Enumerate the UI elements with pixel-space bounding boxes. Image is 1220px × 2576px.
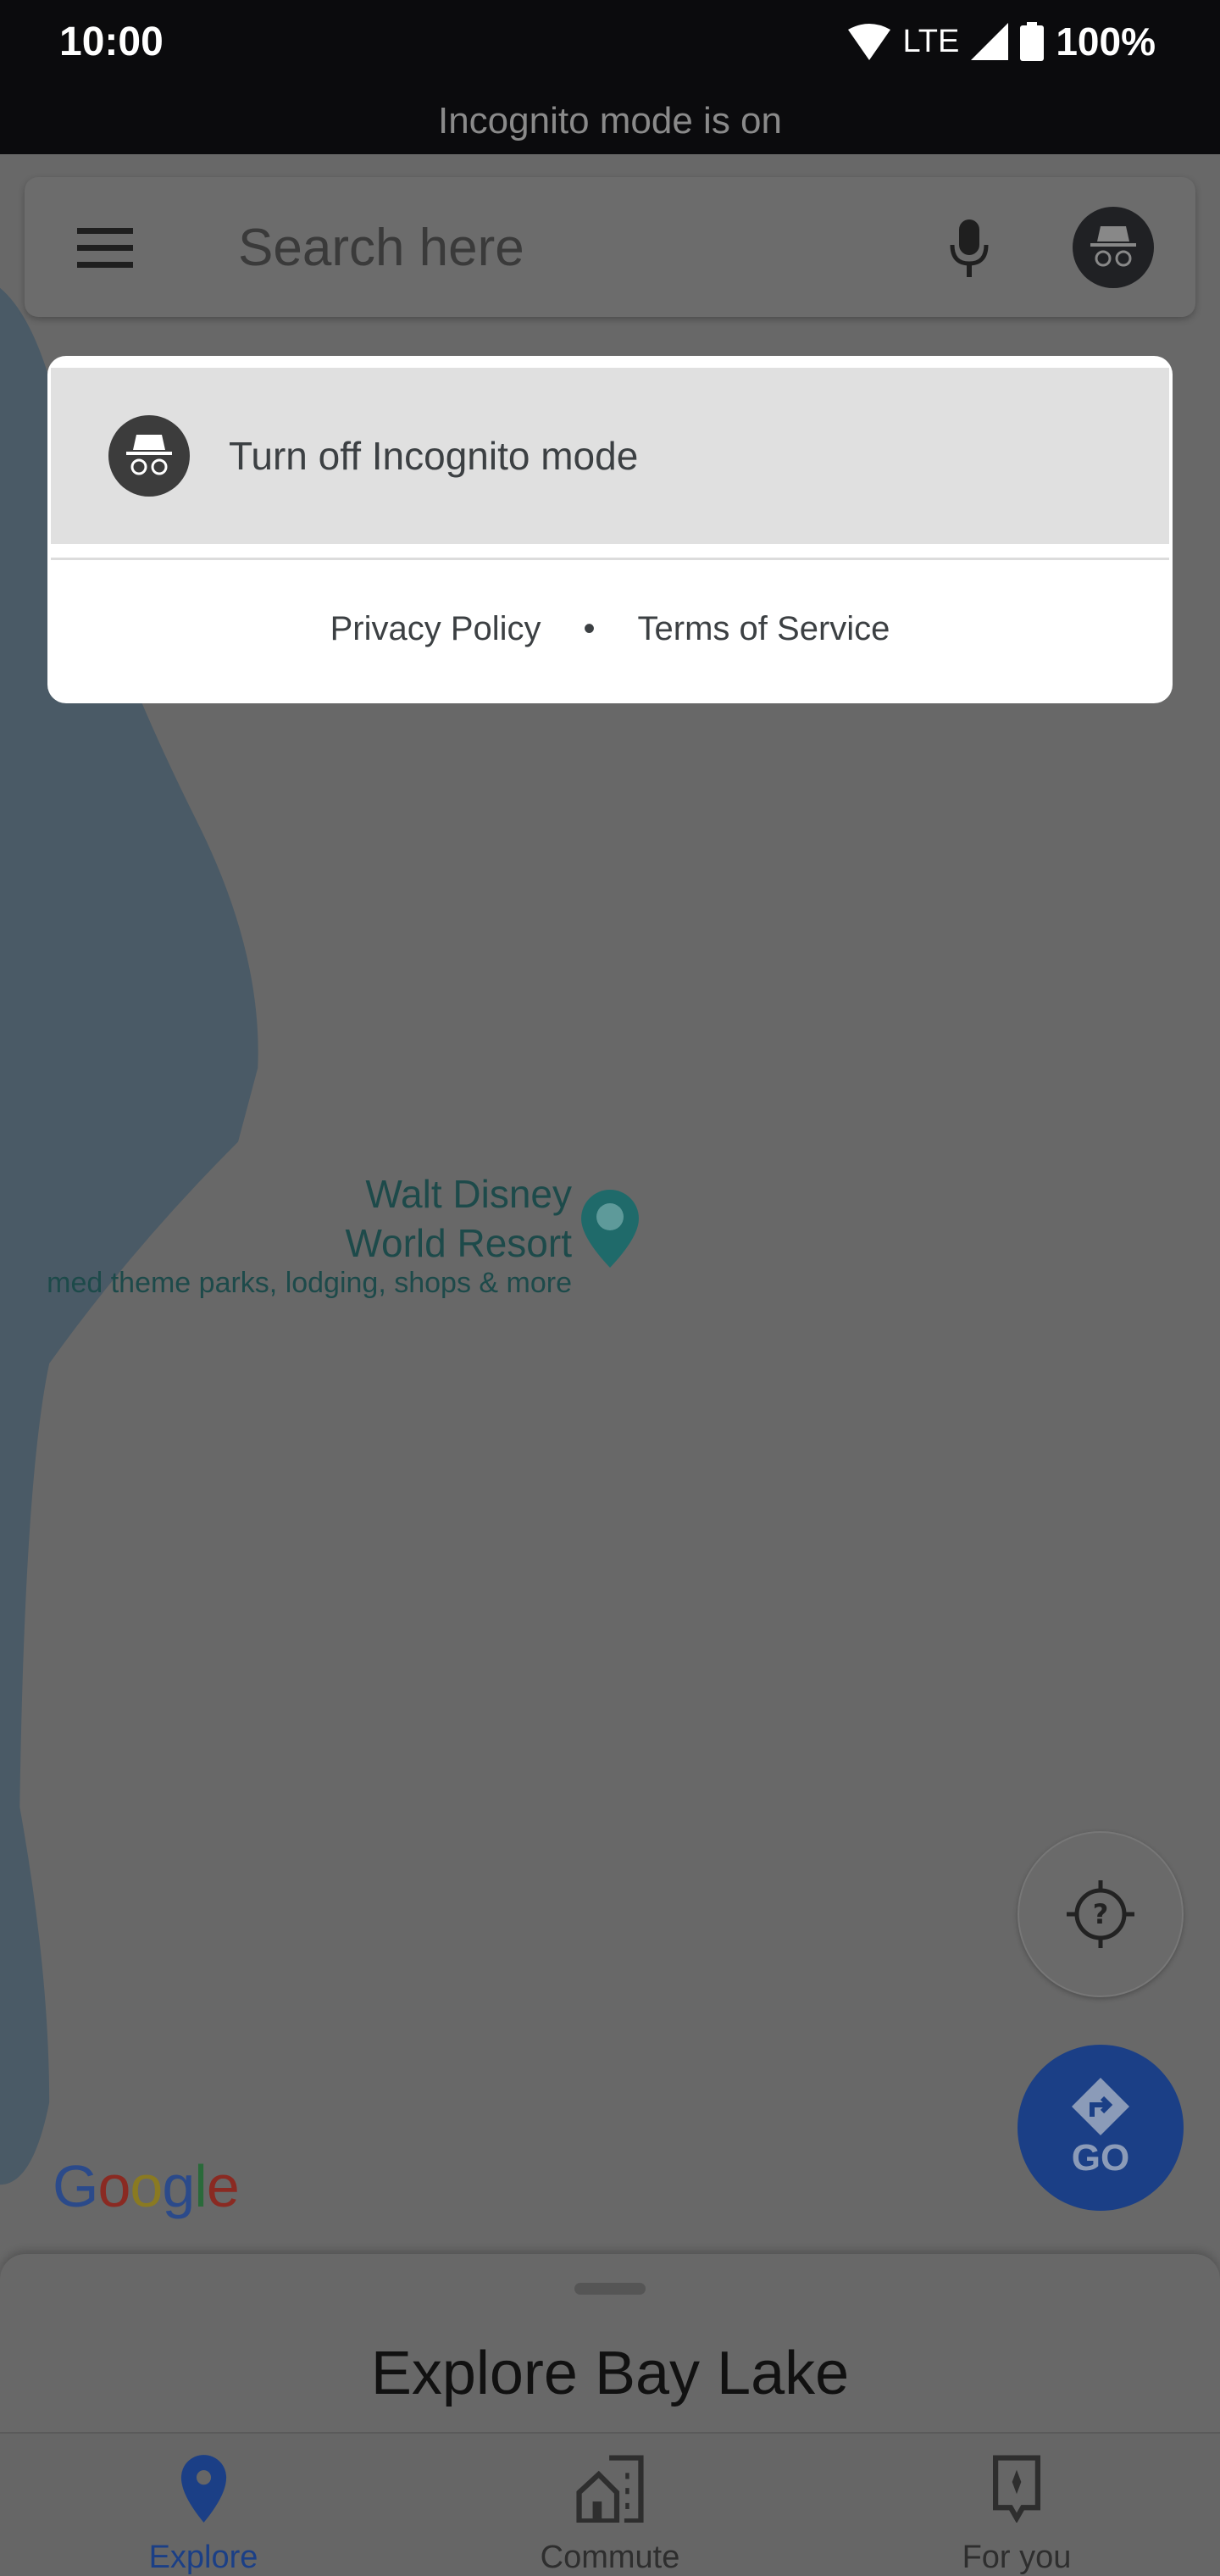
- directions-icon: [1072, 2078, 1129, 2135]
- menu-icon[interactable]: [77, 228, 133, 269]
- turn-off-incognito-button[interactable]: Turn off Incognito mode: [51, 368, 1169, 544]
- explore-pin-icon: [180, 2455, 226, 2523]
- sheet-title: Explore Bay Lake: [370, 2340, 850, 2407]
- svg-text:?: ?: [1093, 1898, 1109, 1930]
- for-you-icon: [993, 2455, 1040, 2523]
- nav-label: Explore: [148, 2540, 258, 2575]
- poi-label[interactable]: Walt Disney World Resort: [254, 1169, 572, 1268]
- incognito-avatar-icon[interactable]: [1073, 207, 1154, 288]
- google-logo: Google: [53, 2153, 240, 2219]
- bottom-nav: Explore Commute For you: [0, 2432, 1220, 2576]
- microphone-icon[interactable]: [948, 219, 990, 279]
- commute-icon: [576, 2455, 644, 2523]
- turn-off-incognito-label: Turn off Incognito mode: [229, 434, 639, 478]
- nav-label: For you: [962, 2540, 1072, 2575]
- terms-of-service-link[interactable]: Terms of Service: [638, 610, 890, 648]
- nav-explore[interactable]: Explore: [0, 2434, 407, 2576]
- drag-handle[interactable]: [574, 2283, 646, 2295]
- poi-pin-icon[interactable]: [581, 1190, 639, 1268]
- separator-dot: •: [583, 610, 596, 647]
- my-location-button[interactable]: ?: [1018, 1831, 1184, 1997]
- incognito-icon: [108, 415, 190, 497]
- privacy-policy-link[interactable]: Privacy Policy: [330, 610, 541, 648]
- nav-commute[interactable]: Commute: [407, 2434, 813, 2576]
- nav-label: Commute: [540, 2540, 680, 2575]
- location-unknown-icon: ?: [1067, 1880, 1134, 1948]
- poi-description: med theme parks, lodging, shops & more: [47, 1267, 572, 1299]
- directions-go-button[interactable]: GO: [1018, 2045, 1184, 2211]
- search-input[interactable]: Search here: [238, 218, 524, 278]
- account-dialog: Turn off Incognito mode Privacy Policy •…: [47, 356, 1173, 703]
- nav-for-you[interactable]: For you: [813, 2434, 1220, 2576]
- footer-links: Privacy Policy • Terms of Service: [47, 610, 1173, 648]
- go-label: GO: [1071, 2137, 1130, 2179]
- divider: [51, 558, 1169, 560]
- search-bar[interactable]: Search here: [25, 177, 1195, 317]
- explore-sheet[interactable]: Explore Bay Lake: [0, 2254, 1220, 2432]
